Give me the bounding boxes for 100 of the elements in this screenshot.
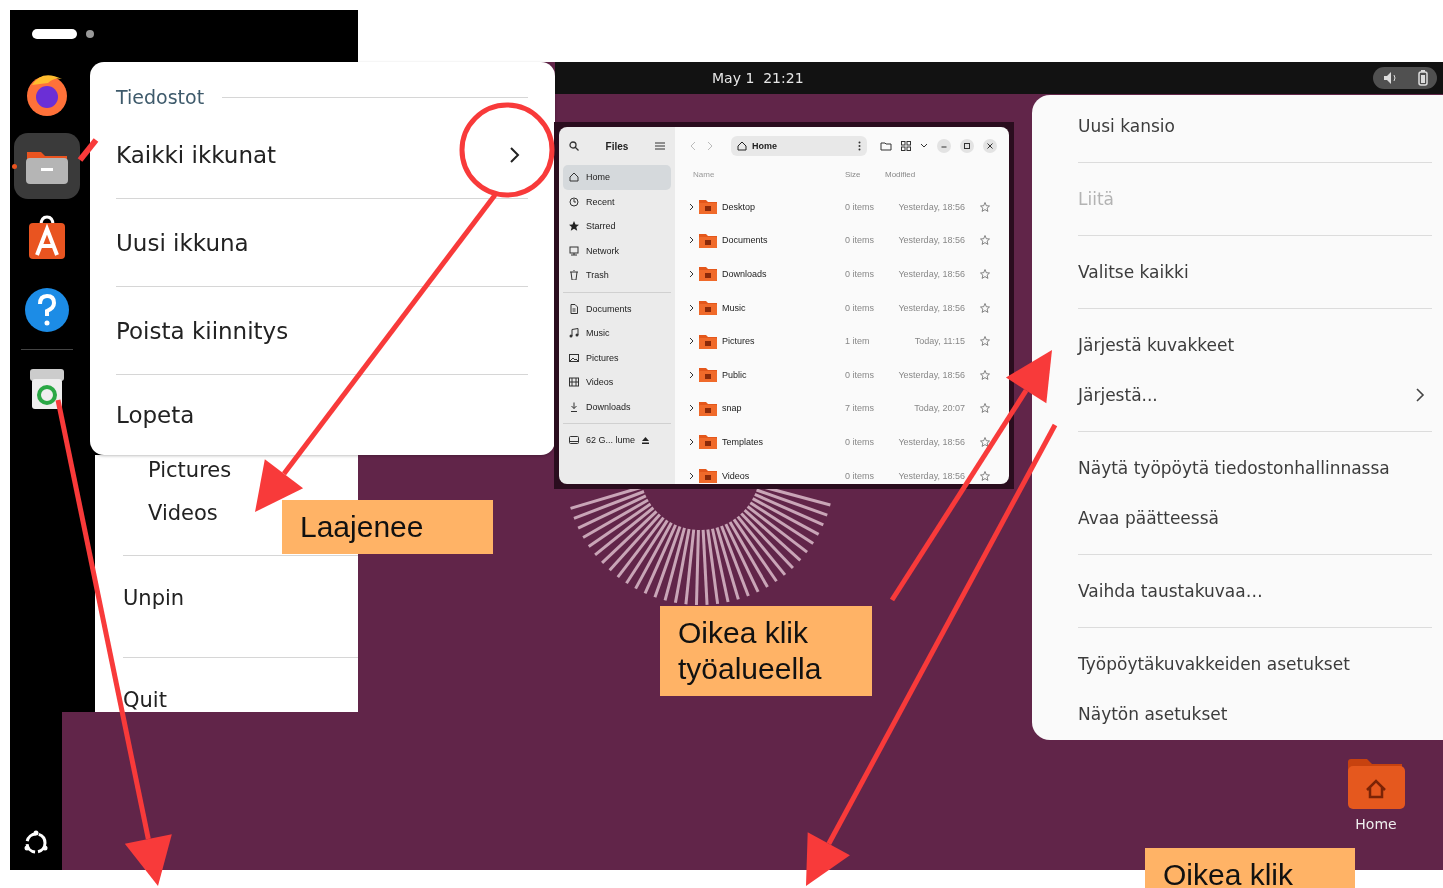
star-outline-icon[interactable] [980,235,990,246]
shopping-bag-icon [27,215,67,261]
folder-icon [698,299,718,317]
expander-icon[interactable] [689,437,694,446]
menu-item[interactable]: Näytön asetukset [1078,689,1443,739]
new-folder-icon[interactable] [880,141,893,151]
file-row[interactable]: Downloads 0 items Yesterday, 18:56 [689,257,997,291]
star-outline-icon[interactable] [980,269,990,279]
file-size: 0 items [845,201,875,212]
sidebar-item[interactable]: Trash [563,263,671,288]
sidebar-item[interactable]: Documents [563,296,671,321]
star-outline-icon[interactable] [980,369,990,380]
menu-item-label: Valitse kaikki [1078,262,1189,282]
sidebar-item[interactable]: Home [563,165,671,190]
file-name: Music [722,302,747,313]
grid-icon[interactable] [901,141,912,151]
folder-icon [698,265,718,283]
menu-item-label: Työpöytäkuvakkeiden asetukset [1078,654,1350,674]
desktop-icon[interactable]: Home [1340,758,1412,832]
menu-item[interactable]: Valitse kaikki [1078,247,1443,297]
star-outline-icon[interactable] [980,201,990,212]
expander-icon[interactable] [689,337,694,346]
menu-item[interactable]: Unpin [123,556,191,640]
file-modified: Yesterday, 18:56 [897,302,965,313]
menu-item[interactable]: Vaihda taustakuvaa… [1078,566,1443,616]
star-outline-icon[interactable] [980,436,990,447]
menu-item[interactable]: Avaa päätteessä [1078,493,1443,543]
menu-item-label: Näytön asetukset [1078,704,1228,724]
file-name: Videos [722,470,751,481]
expander-icon[interactable] [689,471,694,480]
close-icon[interactable] [983,139,997,153]
path-bar[interactable]: Home [730,136,868,156]
column-header[interactable]: Size [845,169,885,179]
clock[interactable]: May 1 21:21 [712,70,804,86]
speaker-icon [1382,71,1399,85]
file-modified: Yesterday, 18:56 [897,470,965,481]
file-row[interactable]: Videos 0 items Yesterday, 18:56 [689,458,997,484]
menu-item[interactable]: Työpöytäkuvakkeiden asetukset [1078,639,1443,689]
expander-icon[interactable] [689,236,694,245]
dock-item[interactable] [14,133,80,199]
expander-icon[interactable] [689,404,694,413]
sidebar-item[interactable]: 62 G... lume [563,428,671,453]
expander-icon[interactable] [689,370,694,379]
menu-item-label: Vaihda taustakuvaa… [1078,581,1263,601]
file-row[interactable]: Public 0 items Yesterday, 18:56 [689,357,997,392]
search-icon[interactable] [569,141,579,151]
menu-item[interactable]: Quit [123,658,173,712]
dropdown-icon[interactable] [920,143,929,149]
sidebar-item[interactable]: Downloads [563,394,671,419]
file-row[interactable]: Pictures 1 item Today, 11:15 [689,324,997,358]
menu-item[interactable]: Uusi kansio [1078,101,1443,151]
menu-item[interactable]: Järjestä... [1078,370,1443,420]
sidebar-item[interactable]: Pictures [563,345,671,370]
chevron-right-icon [1415,387,1425,403]
minimize-icon[interactable] [937,139,952,153]
folder-icon [698,399,718,417]
sidebar-label: Pictures [586,352,619,363]
menu-item[interactable]: Videos [148,488,224,538]
menu-item[interactable]: Uusi ikkuna [116,199,528,287]
menu-item[interactable]: Kaikki ikkunat [116,112,528,199]
file-row[interactable]: Desktop 0 items Yesterday, 18:56 [689,190,997,224]
file-name: Desktop [722,201,757,212]
file-row[interactable]: Templates 0 items Yesterday, 18:56 [689,425,997,459]
maximize-icon[interactable] [960,139,975,153]
menu-item[interactable]: Pictures [148,455,238,485]
menu-item[interactable]: Lopeta [116,375,528,455]
expander-icon[interactable] [689,303,694,312]
eject-icon[interactable] [642,436,650,444]
menu-item[interactable]: Järjestä kuvakkeet [1078,320,1443,370]
star-outline-icon[interactable] [980,403,990,414]
show-apps-logo-icon[interactable] [23,830,49,856]
sidebar-item[interactable]: Videos [563,370,671,395]
sidebar-item[interactable]: Music [563,321,671,346]
file-row[interactable]: Music 0 items Yesterday, 18:56 [689,290,997,325]
folder-icon [698,332,718,350]
menu-item[interactable]: Poista kiinnitys [116,287,528,375]
file-size: 0 items [845,369,875,380]
sidebar-label: 62 G... lume [586,435,636,446]
star-outline-icon[interactable] [980,470,990,481]
file-modified: Today, 11:15 [913,336,965,347]
status-area[interactable] [1373,67,1437,89]
sidebar-item[interactable]: Starred [563,214,671,239]
expander-icon[interactable] [689,270,694,278]
expander-icon[interactable] [689,202,694,211]
file-row[interactable]: Documents 0 items Yesterday, 18:56 [689,223,997,258]
more-icon[interactable] [858,141,862,151]
menu-icon[interactable] [655,142,665,150]
file-size: 0 items [845,470,875,481]
column-header[interactable]: Modified [885,169,961,179]
sidebar-item[interactable]: Recent [563,189,671,214]
folder-icon [698,433,718,451]
menu-item[interactable]: Näytä työpöytä tiedostonhallinnassa [1078,443,1443,493]
star-outline-icon[interactable] [980,336,990,347]
sidebar-item[interactable]: Network [563,238,671,263]
file-row[interactable]: snap 7 items Today, 20:07 [689,391,997,426]
folder-icon [698,366,718,384]
star-outline-icon[interactable] [980,302,990,313]
folder-icon [698,231,718,249]
file-name: Downloads [722,269,768,279]
menu-item-label: Avaa päätteessä [1078,508,1219,528]
